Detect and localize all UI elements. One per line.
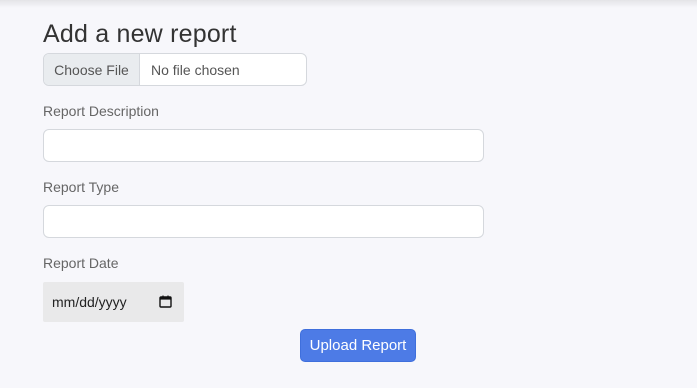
report-type-label: Report Type [43, 179, 120, 195]
choose-file-button[interactable]: Choose File [44, 54, 140, 85]
report-description-label: Report Description [43, 103, 159, 119]
report-date-input[interactable]: mm/dd/yyyy [43, 282, 184, 322]
report-date-label: Report Date [43, 255, 119, 271]
report-description-input[interactable] [43, 129, 484, 162]
file-input[interactable]: Choose File No file chosen [43, 53, 307, 86]
page-title: Add a new report [43, 20, 237, 48]
file-status-text: No file chosen [151, 61, 240, 78]
header-shadow [0, 0, 697, 8]
calendar-icon[interactable] [159, 295, 172, 308]
upload-report-button[interactable]: Upload Report [300, 329, 416, 362]
date-placeholder: mm/dd/yyyy [52, 294, 127, 310]
report-type-input[interactable] [43, 205, 484, 238]
